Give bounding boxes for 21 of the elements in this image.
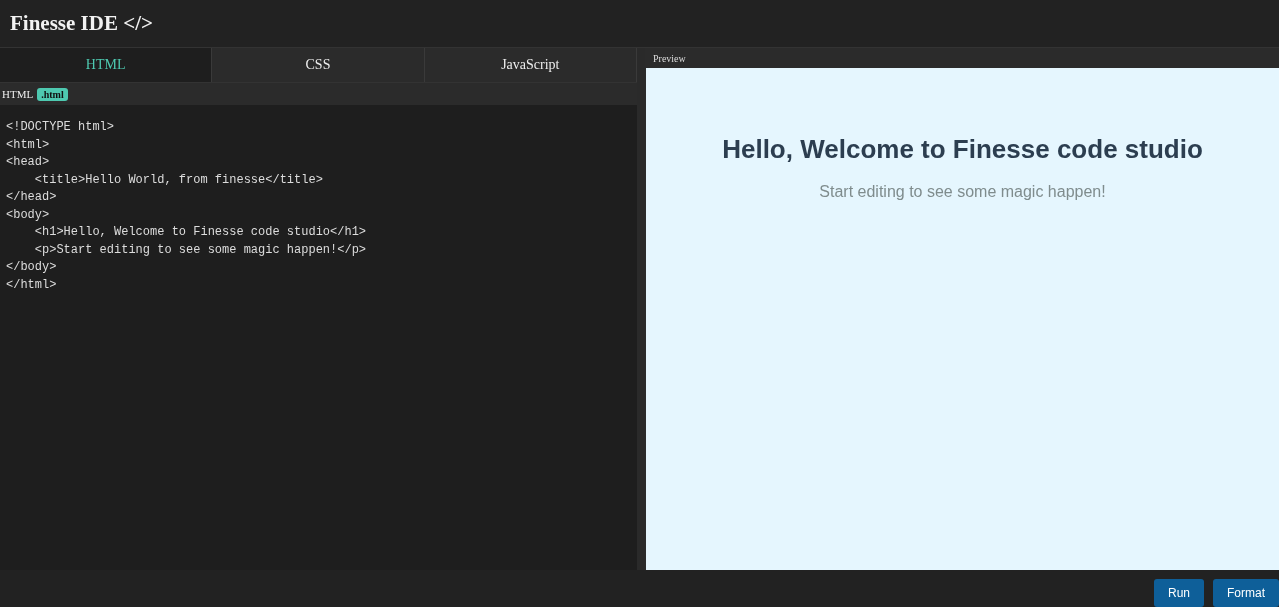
code-line: <p>Start editing to see some magic happen!</p> — [33, 241, 368, 259]
editor-tab[interactable]: HTML — [0, 48, 213, 82]
code-line: <h1>Hello, Welcome to Finesse code studio</h1> — [33, 224, 368, 241]
code-line: <!DOCTYPE html> — [6, 119, 116, 136]
code-line: </body> — [6, 259, 58, 276]
code-line: <title>Hello World, from finesse</title> — [33, 171, 324, 189]
code-line: </head> — [6, 189, 58, 206]
file-extension-badge: .html — [37, 87, 68, 101]
format-button[interactable]: Format — [1213, 579, 1279, 607]
preview-paragraph: Start editing to see some magic happen! — [819, 183, 1106, 201]
code-line: <head> — [6, 154, 51, 171]
code-line: </html> — [6, 276, 58, 294]
code-line: <body> — [6, 206, 51, 224]
preview-heading: Hello, Welcome to Finesse code studio — [722, 134, 1203, 165]
language-label: HTML — [2, 88, 34, 100]
code-line: <html> — [6, 136, 51, 154]
run-button[interactable]: Run — [1153, 579, 1204, 607]
preview-label: Preview — [653, 52, 686, 64]
code-editor[interactable]: <!DOCTYPE html> <html> <head> <title>Hello World, from finesse</title> </head> <body> <h1>Hello, Welcome to Finesse code studio</h1> <p>Start editing to see some magic happen!</p> </body> </html> — [0, 105, 637, 570]
app-title: Finesse IDE </> — [10, 11, 153, 36]
resize-handle[interactable] — [637, 48, 645, 570]
